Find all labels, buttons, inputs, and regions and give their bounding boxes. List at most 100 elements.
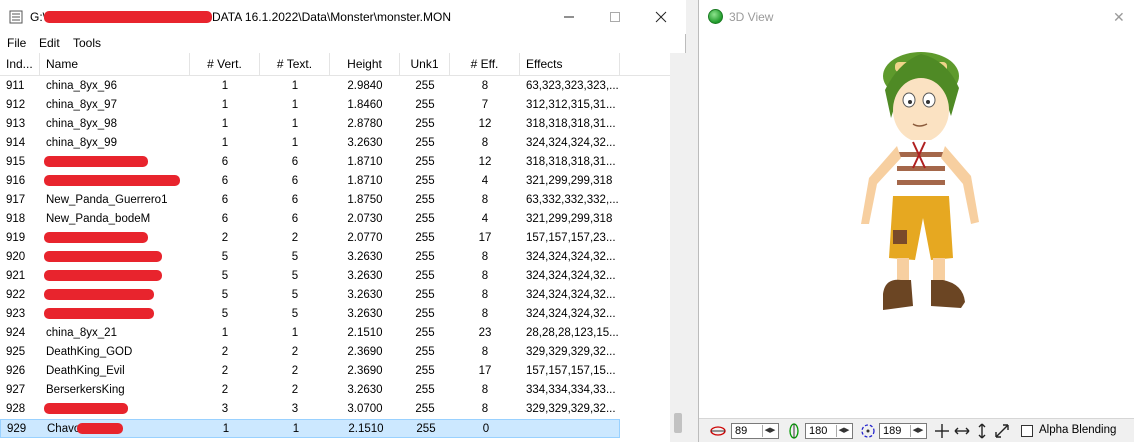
table-row-selected[interactable]: 929 Chavo 1 1 2.1510 255 0 [0,419,620,438]
close-icon[interactable]: ✕ [1113,9,1125,26]
rot-z-value: 189 [883,425,902,437]
rotate-x-icon [710,426,726,436]
cell-index: 915 [6,156,26,168]
spin-arrows-icon[interactable]: ◀▶ [836,425,851,437]
cell-height: 3.2630 [347,289,383,301]
spin-arrows-icon[interactable]: ◀▶ [762,425,777,437]
redaction-mark [44,289,154,300]
col-vert[interactable]: # Vert. [190,53,260,76]
cell-unk1: 255 [415,194,435,206]
cell-text: 5 [291,308,299,320]
col-unk1[interactable]: Unk1 [400,53,450,76]
table-row[interactable]: 918 New_Panda_bodeM 6 6 2.0730 255 4 321,299,29… [0,210,620,229]
cell-vert: 6 [221,156,229,168]
alpha-blending-checkbox[interactable] [1021,425,1033,437]
rotate-y-icon [789,423,799,439]
cell-height: 3.2630 [347,270,383,282]
cell-index: 917 [6,194,26,206]
cell-name: china_8yx_96 [46,80,117,92]
maximize-button[interactable] [592,6,638,28]
cell-effects: 321,299,299,318 [526,213,613,225]
move-cross-icon[interactable] [933,423,951,439]
cell-unk1: 255 [415,232,435,244]
title-bar[interactable]: G:\ DATA 16.1.2022\Data\Monster\monster.… [0,0,686,34]
cell-text: 2 [291,384,299,396]
table-row[interactable]: 915 6 6 1.8710 255 12 318,318,318,31... [0,153,620,172]
cell-index: 927 [6,384,26,396]
menu-edit[interactable]: Edit [39,36,60,50]
table-row[interactable]: 923 5 5 3.2630 255 8 324,324,324,32... [0,305,620,324]
col-height[interactable]: Height [330,53,400,76]
close-button[interactable] [638,6,684,28]
rot-x-spinner[interactable]: 89 ◀▶ [731,423,779,439]
cell-unk1: 255 [415,80,435,92]
table-row[interactable]: 927 BerserkersKing 2 2 3.2630 255 8 334,334,334… [0,381,620,400]
cell-text: 2 [291,232,299,244]
cell-index: 921 [6,270,26,282]
table-row[interactable]: 917 New_Panda_Guerrero1 6 6 1.8750 255 8 63,332… [0,191,620,210]
table-row[interactable]: 924 china_8yx_21 1 1 2.1510 255 23 28,28,28,123… [0,324,620,343]
table-row[interactable]: 920 5 5 3.2630 255 8 324,324,324,32... [0,248,620,267]
col-effects[interactable]: Effects [520,53,620,76]
table-row[interactable]: 926 DeathKing_Evil 2 2 2.3690 255 17 157,157,15… [0,362,620,381]
table-row[interactable]: 916 6 6 1.8710 255 4 321,299,299,318 [0,172,620,191]
col-name[interactable]: Name [40,53,190,76]
minimize-icon [564,16,574,18]
window-title: DATA 16.1.2022\Data\Monster\monster.MON [212,10,451,24]
table-row[interactable]: 911 china_8yx_96 1 1 2.9840 255 8 63,323,323,32… [0,77,620,96]
alpha-blending-label: Alpha Blending [1039,424,1117,436]
cell-effects: 321,299,299,318 [526,175,613,187]
spin-arrows-icon[interactable]: ◀▶ [910,425,925,437]
rot-y-spinner[interactable]: 180 ◀▶ [805,423,853,439]
cell-text: 6 [291,194,299,206]
table-row[interactable]: 925 DeathKing_GOD 2 2 2.3690 255 8 329,329,329,… [0,343,620,362]
cell-eff: 8 [481,270,489,282]
cell-effects: 318,318,318,31... [526,118,616,130]
cell-index: 914 [6,137,26,149]
redaction-mark [44,175,180,186]
col-index[interactable]: Ind... [0,53,40,76]
cell-index: 918 [6,213,26,225]
table-row[interactable]: 919 2 2 2.0770 255 17 157,157,157,23... [0,229,620,248]
redaction-mark [44,308,154,319]
vertical-scrollbar[interactable] [670,53,686,442]
table-row[interactable]: 922 5 5 3.2630 255 8 324,324,324,32... [0,286,620,305]
rot-y-value: 180 [809,425,828,437]
character-model[interactable] [839,48,999,328]
cell-name: BerserkersKing [46,384,125,396]
cell-eff: 8 [481,289,489,301]
table-row[interactable]: 921 5 5 3.2630 255 8 324,324,324,32... [0,267,620,286]
cell-index: 929 [7,423,27,435]
redaction-mark [44,232,148,243]
table-row[interactable]: 928 3 3 3.0700 255 8 329,329,329,32... [0,400,620,419]
table-row[interactable]: 914 china_8yx_99 1 1 3.2630 255 8 324,324,324,3… [0,134,620,153]
move-vertical-icon[interactable] [973,423,991,439]
app-icon [9,10,23,24]
table-row[interactable]: 913 china_8yx_98 1 1 2.8780 255 12 318,318,318,… [0,115,620,134]
cell-unk1: 255 [415,365,435,377]
rot-x-value: 89 [735,425,748,437]
cell-vert: 1 [221,137,229,149]
menu-file[interactable]: File [7,36,26,50]
cell-vert: 6 [221,194,229,206]
move-horizontal-icon[interactable] [953,423,971,439]
col-eff[interactable]: # Eff. [450,53,520,76]
cell-vert: 2 [221,232,229,244]
cell-name: New_Panda_bodeM [46,213,151,225]
cell-unk1: 255 [415,384,435,396]
desktop: G:\ DATA 16.1.2022\Data\Monster\monster.… [0,0,1134,442]
cell-name: china_8yx_21 [46,327,117,339]
cell-name: New_Panda_Guerrero1 [46,194,168,206]
resize-diagonal-icon[interactable] [993,423,1011,439]
cell-unk1: 255 [415,137,435,149]
cell-text: 1 [291,80,299,92]
menu-tools[interactable]: Tools [73,36,101,50]
table-row[interactable]: 912 china_8yx_97 1 1 1.8460 255 7 312,312,315,3… [0,96,620,115]
cell-height: 1.8460 [347,99,383,111]
cell-index: 919 [6,232,26,244]
cell-eff: 0 [482,423,490,435]
rot-z-spinner[interactable]: 189 ◀▶ [879,423,927,439]
scroll-thumb[interactable] [674,413,682,433]
minimize-button[interactable] [546,6,592,28]
col-text[interactable]: # Text. [260,53,330,76]
